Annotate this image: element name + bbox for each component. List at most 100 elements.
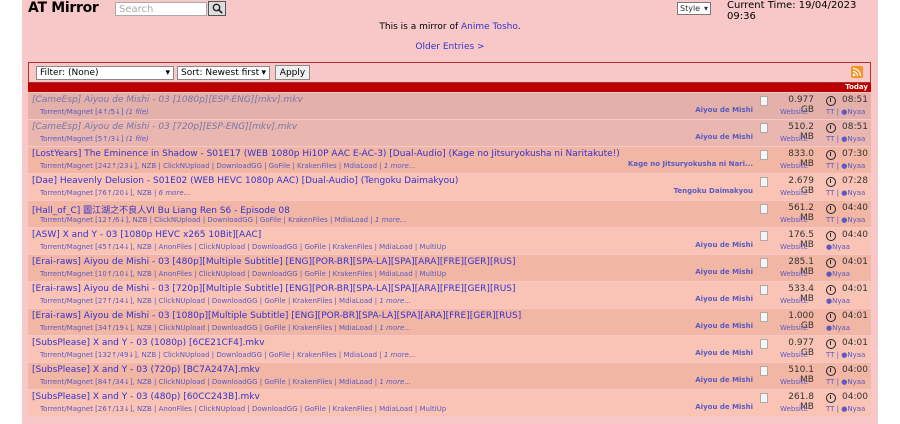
more-links[interactable]: (1 file) [126,108,149,116]
style-select[interactable]: Style ▾ [677,2,711,15]
file-details-icon[interactable] [760,258,768,268]
series-link[interactable]: Aiyou de Mishi [695,106,753,114]
older-entries-link[interactable]: Older Entries > [22,42,878,52]
entry-title-link[interactable]: [SubsPlease] X and Y - 03 (1080p) [6CE21… [32,338,265,348]
source-links[interactable]: TT | ●Nyaa [826,135,865,143]
source-links[interactable]: TT | ●Nyaa [826,108,865,116]
source-links[interactable]: TT | ●Nyaa [826,216,865,224]
series-link[interactable]: Aiyou de Mishi [695,349,753,357]
source-links[interactable]: ●Nyaa [826,324,850,332]
entry-title-link[interactable]: [SubsPlease] X and Y - 03 (720p) [BC7A24… [32,365,260,375]
entry-title-link[interactable]: [CameEsp] Aiyou de Mishi - 03 [1080p][ES… [32,95,303,105]
file-details-icon[interactable] [760,204,768,214]
source-links[interactable]: ●Nyaa [826,243,850,251]
page: AT Mirror Search Style ▾ Current Time: 1… [22,0,878,424]
entry-title-link[interactable]: [Hall_of_C] 圖江湖之不良人VI Bu Liang Ren S6 - … [32,203,290,216]
apply-button[interactable]: Apply [275,65,310,80]
website-link[interactable]: Website [780,351,808,359]
series-link[interactable]: Aiyou de Mishi [695,322,753,330]
entry-title-link[interactable]: [Erai-raws] Aiyou de Mishi - 03 [1080p][… [32,311,521,321]
file-details-icon[interactable] [760,96,768,106]
download-links-text[interactable]: Torrent/Magnet [10↑/10↓], NZB | AnonFile… [40,270,446,278]
more-links[interactable]: 1 more... [379,378,411,386]
source-links[interactable]: ●Nyaa [826,297,850,305]
more-links[interactable]: 1 more... [379,297,411,305]
website-link[interactable]: Website [780,324,808,332]
clock-icon [826,285,836,295]
series-link[interactable]: Aiyou de Mishi [695,241,753,249]
search-input[interactable]: Search [115,2,207,16]
download-links-text[interactable]: Torrent/Magnet [26↑/13↓], NZB | AnonFile… [40,405,446,413]
website-link[interactable]: Website [780,270,808,278]
file-details-icon[interactable] [760,177,768,187]
entry-title-link[interactable]: [Dae] Heavenly Delusion - S01E02 (WEB HE… [32,176,458,186]
more-links[interactable]: (1 file) [126,135,149,143]
entry-time: 04:01 [842,338,868,348]
more-links[interactable]: 1 more... [379,324,411,332]
entry-title-link[interactable]: [LostYears] The Eminence in Shadow - S01… [32,149,620,159]
list-item: [SubsPlease] X and Y - 03 (480p) [60CC24… [28,390,871,417]
entry-title-link[interactable]: [ASW] X and Y - 03 [1080p HEVC x265 10Bi… [32,230,261,240]
source-links[interactable]: TT | ●Nyaa [826,162,865,170]
website-link[interactable]: Website [780,162,808,170]
source-links[interactable]: TT | ●Nyaa [826,378,865,386]
download-links-text[interactable]: Torrent/Magnet [34↑/19↓], NZB | ClickNUp… [40,324,377,332]
website-link[interactable]: Website [780,243,808,251]
entry-time: 04:01 [842,284,868,294]
download-links-text[interactable]: Torrent/Magnet [27↑/14↓], NZB | ClickNUp… [40,297,377,305]
source-links[interactable]: TT | ●Nyaa [826,405,865,413]
source-links[interactable]: TT | ●Nyaa [826,189,865,197]
more-links[interactable]: 1 more... [384,162,416,170]
website-link[interactable]: Website [780,216,808,224]
anime-tosho-link[interactable]: Anime Tosho [461,22,518,32]
series-link[interactable]: Aiyou de Mishi [695,295,753,303]
search-button[interactable] [208,1,226,16]
entry-title-link[interactable]: [CameEsp] Aiyou de Mishi - 03 [720p][ESP… [32,122,297,132]
download-links: Torrent/Magnet [76↑/20↓], NZB | 6 more..… [40,189,190,197]
source-links[interactable]: TT | ●Nyaa [826,351,865,359]
file-details-icon[interactable] [760,285,768,295]
series-link[interactable]: Aiyou de Mishi [695,133,753,141]
more-links[interactable]: 1 more... [384,351,416,359]
file-details-icon[interactable] [760,312,768,322]
filter-select[interactable]: Filter: (None) ▾ [36,66,174,80]
entry-title-link[interactable]: [Erai-raws] Aiyou de Mishi - 03 [720p][M… [32,284,516,294]
series-link[interactable]: Aiyou de Mishi [695,268,753,276]
clock-icon [826,366,836,376]
site-logo[interactable]: AT Mirror [28,0,99,16]
file-details-icon[interactable] [760,339,768,349]
download-links-text[interactable]: Torrent/Magnet [45↑/14↓], NZB | AnonFile… [40,243,446,251]
website-link[interactable]: Website [780,135,808,143]
website-link[interactable]: Website [780,405,808,413]
today-header: Today [28,83,871,92]
more-links[interactable]: 1 more... [375,216,407,224]
file-details-icon[interactable] [760,366,768,376]
download-links-text[interactable]: Torrent/Magnet [4↑/5↓] [40,108,124,116]
download-links-text[interactable]: Torrent/Magnet [132↑/49↓], NZB | ClickNU… [40,351,382,359]
website-link[interactable]: Website [780,108,808,116]
more-links[interactable]: 6 more... [159,189,191,197]
download-links-text[interactable]: Torrent/Magnet [12↑/6↓], NZB | ClickNUpl… [40,216,373,224]
entry-list: [CameEsp] Aiyou de Mishi - 03 [1080p][ES… [28,93,871,417]
series-link[interactable]: Tengoku Daimakyou [674,187,753,195]
download-links-text[interactable]: Torrent/Magnet [84↑/34↓], NZB | ClickNUp… [40,378,377,386]
source-links[interactable]: ●Nyaa [826,270,850,278]
file-details-icon[interactable] [760,123,768,133]
series-link[interactable]: Aiyou de Mishi [695,403,753,411]
file-details-icon[interactable] [760,231,768,241]
series-link[interactable]: Aiyou de Mishi [695,376,753,384]
website-link[interactable]: Website [780,189,808,197]
file-details-icon[interactable] [760,150,768,160]
download-links-text[interactable]: Torrent/Magnet [76↑/20↓], NZB | [40,189,156,197]
file-details-icon[interactable] [760,393,768,403]
website-link[interactable]: Website [780,378,808,386]
chevron-down-icon: ▾ [261,68,266,78]
series-link[interactable]: Kage no Jitsuryokusha ni Nari... [628,160,753,168]
entry-title-link[interactable]: [Erai-raws] Aiyou de Mishi - 03 [480p][M… [32,257,516,267]
sort-select[interactable]: Sort: Newest first ▾ [177,66,270,80]
website-link[interactable]: Website [780,297,808,305]
entry-title-link[interactable]: [SubsPlease] X and Y - 03 (480p) [60CC24… [32,392,260,402]
download-links-text[interactable]: Torrent/Magnet [5↑/3↓] [40,135,124,143]
download-links-text[interactable]: Torrent/Magnet [242↑/23↓], NZB | ClickNU… [40,162,382,170]
rss-icon[interactable] [851,66,863,78]
